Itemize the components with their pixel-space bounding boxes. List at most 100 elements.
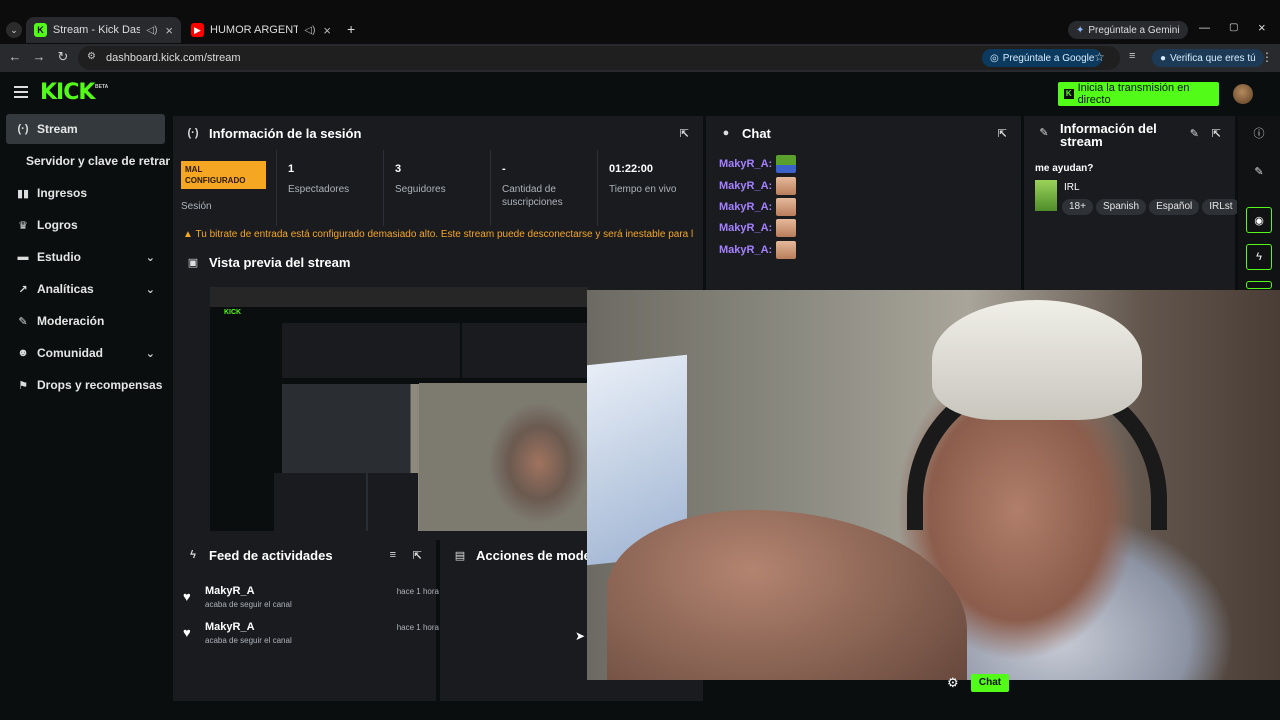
address-bar[interactable]: ⚙ dashboard.kick.com/stream ◎ Pregúntale… [78, 46, 1120, 70]
panel-title: Vista previa del stream [209, 254, 351, 270]
pepe-emote-icon [776, 155, 797, 173]
info-icon[interactable]: ⓘ [1246, 120, 1272, 146]
extra-tool-icon[interactable] [1246, 281, 1272, 289]
browser-tab-strip: ⌄ K Stream - Kick Dashboard ◁) × ▶ HUMOR… [0, 0, 1280, 44]
tag[interactable]: Español [1149, 199, 1200, 215]
media-controls-icon[interactable]: ≡ [1129, 50, 1135, 62]
preview-icon: ▣ [187, 256, 199, 269]
hamburger-menu-icon[interactable] [14, 86, 28, 101]
chat-username[interactable]: MakyR_A: [719, 180, 772, 192]
drops-icon: ⚑ [18, 379, 28, 392]
speaker-icon[interactable]: ◁) [146, 25, 157, 36]
tab-kick-dashboard[interactable]: K Stream - Kick Dashboard ◁) × [26, 17, 181, 43]
feed-username[interactable]: MakyR_A [205, 585, 255, 597]
close-tab-icon[interactable]: × [323, 23, 331, 38]
sidebar-item-estudio[interactable]: ▬ Estudio ⌄ [6, 242, 165, 272]
chevron-down-icon[interactable]: ⌄ [146, 251, 155, 264]
go-live-button[interactable]: K Inicia la transmisión en directo [1058, 82, 1219, 106]
chat-username[interactable]: MakyR_A: [719, 222, 772, 234]
chat-send-button[interactable]: Chat [971, 674, 1009, 692]
face-emote-icon [776, 177, 797, 195]
stream-preview-video[interactable]: KICK [210, 287, 588, 531]
forward-icon[interactable]: → [30, 49, 48, 64]
menu-kebab-icon[interactable]: ⋮ [1261, 50, 1273, 64]
filter-icon[interactable]: ≡ [390, 549, 396, 561]
youtube-favicon-icon: ▶ [191, 23, 205, 37]
verify-button[interactable]: ● Verifica que eres tú [1152, 49, 1264, 67]
kick-logo[interactable]: KICK [40, 80, 95, 105]
tag[interactable]: IRLst [1202, 199, 1237, 215]
sidebar-item-label: Stream [37, 122, 78, 136]
broadcast-icon: (·) [187, 127, 199, 139]
activity-feed-panel: ϟ Feed de actividades ≡ ⇱ ♥ MakyR_A acab… [173, 538, 439, 701]
status-badge: MAL CONFIGURADO [181, 161, 266, 189]
sidebar-item-moderacion[interactable]: ✎ Moderación [6, 306, 165, 336]
chat-message: MakyR_A: [719, 155, 797, 173]
chat-username[interactable]: MakyR_A: [719, 158, 772, 170]
panel-header: ✎ Información del stream ✎ ⇱ [1024, 116, 1235, 156]
preview-browser-bar [210, 287, 588, 307]
tab-humor[interactable]: ▶ HUMOR ARGENTINO:Comedia ◁) × [183, 17, 339, 43]
settings-gear-icon[interactable]: ⚙ [947, 675, 959, 691]
edit-icon[interactable]: ✎ [1246, 158, 1272, 184]
tag[interactable]: 18+ [1062, 199, 1093, 215]
stat-label: Tiempo en vivo [609, 184, 677, 195]
session-info-panel: (·) Información de la sesión ⇱ MAL CONFI… [173, 116, 703, 246]
gemini-icon: ✦ [1076, 24, 1085, 36]
heart-icon: ♥ [183, 625, 191, 640]
new-tab-button[interactable]: + [347, 21, 355, 37]
sidebar-item-comunidad[interactable]: ☻ Comunidad ⌄ [6, 338, 165, 368]
popout-icon[interactable]: ⇱ [1212, 127, 1221, 140]
feed-action: acaba de seguir el canal [205, 636, 292, 645]
feed-username[interactable]: MakyR_A [205, 621, 255, 633]
chevron-down-icon[interactable]: ⌄ [146, 283, 155, 296]
sidebar-item-ingresos[interactable]: ▮▮ Ingresos [6, 178, 165, 208]
back-icon[interactable]: ← [6, 49, 24, 64]
tab-search-icon[interactable]: ⌄ [6, 22, 22, 38]
stat-label: Seguidores [395, 184, 446, 195]
edit-pencil-icon[interactable]: ✎ [1190, 127, 1199, 140]
sidebar-item-label: Comunidad [37, 346, 103, 360]
popout-icon[interactable]: ⇱ [413, 549, 422, 562]
chat-username[interactable]: MakyR_A: [719, 244, 772, 256]
wrench-icon: ✎ [1039, 127, 1049, 139]
kick-icon: K [1064, 89, 1074, 99]
chat-username[interactable]: MakyR_A: [719, 201, 772, 213]
sidebar-item-drops[interactable]: ⚑ Drops y recompensas [6, 370, 165, 400]
sidebar-item-server-key[interactable]: Servidor y clave de retransmisión [26, 154, 170, 168]
popout-icon[interactable]: ⇱ [680, 127, 689, 140]
preview-feed-panel [274, 473, 366, 531]
chat-message: MakyR_A: [719, 219, 797, 237]
sidebar-item-stream[interactable]: (·) Stream [6, 114, 165, 144]
minimize-icon[interactable]: — [1199, 22, 1210, 34]
cap-shape [932, 300, 1142, 420]
preview-chat-panel [462, 323, 588, 378]
reload-icon[interactable]: ↻ [54, 49, 72, 65]
close-window-icon[interactable]: × [1258, 20, 1266, 35]
site-info-icon[interactable]: ⚙ [87, 51, 96, 62]
gemini-button[interactable]: ✦ Pregúntale a Gemini [1068, 21, 1188, 39]
panel-title: Feed de actividades [209, 547, 333, 563]
preview-cam [419, 383, 588, 531]
face-emote-icon [776, 219, 797, 237]
tag[interactable]: Spanish [1095, 199, 1147, 215]
ask-google-button[interactable]: ◎ Pregúntale a Google [982, 49, 1103, 67]
chevron-down-icon[interactable]: ⌄ [146, 347, 155, 360]
category-name[interactable]: IRL [1064, 182, 1080, 193]
user-avatar[interactable] [1233, 84, 1253, 104]
sidebar-item-logros[interactable]: ♛ Logros [6, 210, 165, 240]
popout-icon[interactable]: ⇱ [998, 127, 1007, 140]
camera-toggle-icon[interactable]: ◉ [1246, 207, 1272, 233]
sidebar-item-analiticas[interactable]: ↗ Analíticas ⌄ [6, 274, 165, 304]
close-tab-icon[interactable]: × [165, 23, 173, 38]
stat-label: Espectadores [288, 184, 350, 195]
lightning-icon[interactable]: ϟ [1246, 244, 1272, 270]
restore-icon[interactable]: ▢ [1229, 22, 1238, 33]
speaker-icon[interactable]: ◁) [304, 25, 315, 36]
mouse-cursor-icon: ➤ [575, 629, 586, 643]
feed-item: ♥ MakyR_A acaba de seguir el canal hace … [183, 621, 439, 651]
category-thumbnail [1035, 180, 1057, 211]
sidebar-item-label: Ingresos [37, 186, 88, 200]
tab-title: HUMOR ARGENTINO:Comedia [210, 24, 299, 36]
bookmark-star-icon[interactable]: ☆ [1094, 50, 1105, 64]
